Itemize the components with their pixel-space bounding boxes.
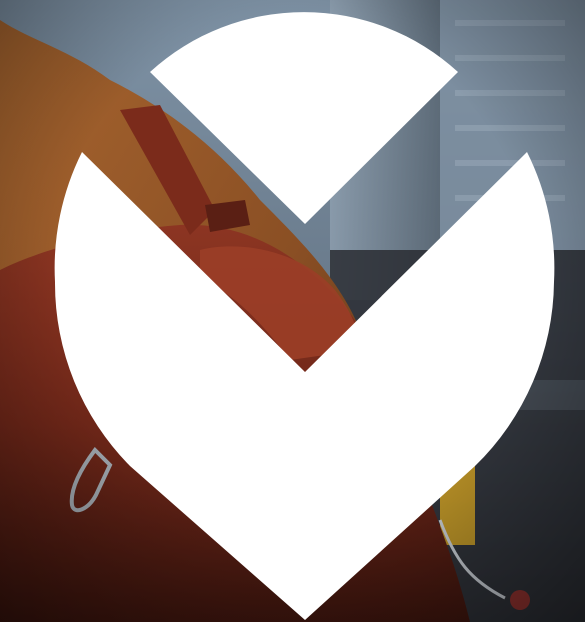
- hero-image: [0, 0, 585, 622]
- hero-illustration: [0, 0, 585, 622]
